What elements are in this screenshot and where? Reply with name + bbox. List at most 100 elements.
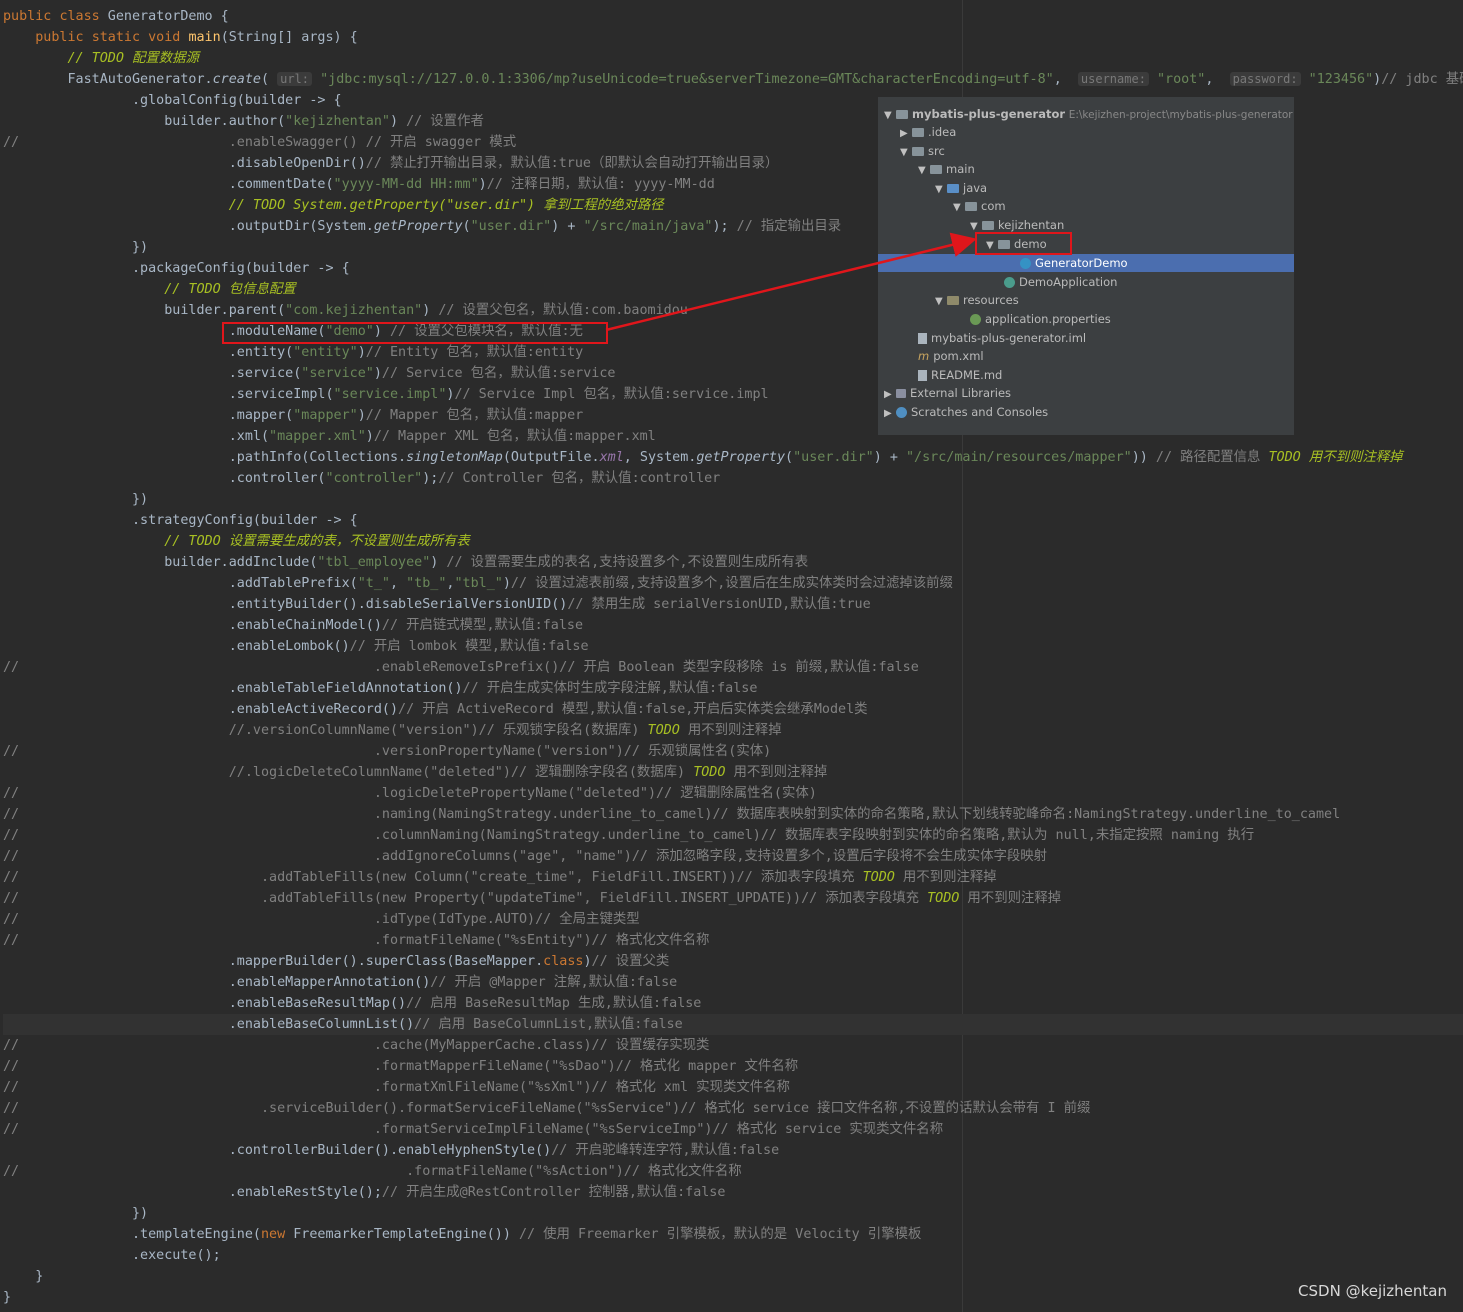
tree-item-resources[interactable]: ▼ resources <box>935 291 1351 309</box>
code-line[interactable]: .entity("entity")// Entity 包名，默认值:entity <box>3 342 583 363</box>
code-line[interactable]: // .idType(IdType.AUTO)// 全局主键类型 <box>3 909 640 930</box>
code-line[interactable]: // .formatServiceImplFileName("%sService… <box>3 1119 943 1140</box>
tree-item-scratches[interactable]: ▶ Scratches and Consoles <box>884 403 1300 421</box>
code-line[interactable]: .controller("controller");// Controller … <box>3 468 721 489</box>
code-line[interactable]: // .columnNaming(NamingStrategy.underlin… <box>3 825 1254 846</box>
code-line[interactable]: }) <box>3 237 148 258</box>
module-name-highlight-box <box>222 322 608 344</box>
tree-item-main[interactable]: ▼ main <box>918 160 1334 178</box>
tree-item-java[interactable]: ▼ java <box>935 179 1351 197</box>
code-line[interactable]: // .logicDeletePropertyName("deleted")//… <box>3 783 817 804</box>
tree-item-pom[interactable]: m pom.xml <box>918 347 1334 365</box>
code-line[interactable]: .commentDate("yyyy-MM-dd HH:mm")// 注释日期，… <box>3 174 715 195</box>
expand-arrow-icon[interactable]: ▼ <box>953 199 965 217</box>
code-line[interactable]: .controllerBuilder().enableHyphenStyle()… <box>3 1140 779 1161</box>
code-line[interactable]: .enableChainModel()// 开启链式模型,默认值:false <box>3 615 583 636</box>
folder-icon <box>912 147 924 156</box>
expand-arrow-icon[interactable]: ▼ <box>884 107 896 125</box>
code-line[interactable]: }) <box>3 489 148 510</box>
code-line[interactable]: // .addTableFills(new Column("create_tim… <box>3 867 997 888</box>
expand-arrow-icon[interactable]: ▼ <box>935 293 947 311</box>
code-line[interactable]: // .formatXmlFileName("%sXml")// 格式化 xml… <box>3 1077 790 1098</box>
code-line[interactable]: // TODO 配置数据源 <box>3 48 198 69</box>
code-line[interactable]: // TODO 包信息配置 <box>3 279 295 300</box>
code-line[interactable]: .enableLombok()// 开启 lombok 模型,默认值:false <box>3 636 589 657</box>
demo-package-highlight-box <box>975 232 1072 255</box>
code-line[interactable]: // .serviceBuilder().formatServiceFileNa… <box>3 1098 1090 1119</box>
code-line[interactable]: // .addIgnoreColumns("age", "name")// 添加… <box>3 846 1047 867</box>
code-line[interactable]: .enableActiveRecord()// 开启 ActiveRecord … <box>3 699 868 720</box>
code-line[interactable]: public static void main(String[] args) { <box>3 27 358 48</box>
code-line[interactable]: .enableBaseResultMap()// 启用 BaseResultMa… <box>3 993 702 1014</box>
tree-item-com[interactable]: ▼ com <box>953 197 1369 215</box>
code-line[interactable]: // .addTableFills(new Property("updateTi… <box>3 888 1061 909</box>
code-line[interactable]: // .naming(NamingStrategy.underline_to_c… <box>3 804 1340 825</box>
code-line[interactable]: FastAutoGenerator.create( url: "jdbc:mys… <box>3 69 1463 90</box>
package-icon <box>982 221 994 230</box>
tree-item-demoapplication[interactable]: DemoApplication <box>1004 273 1420 291</box>
code-line[interactable]: .outputDir(System.getProperty("user.dir"… <box>3 216 841 237</box>
libraries-icon <box>896 389 906 398</box>
code-line[interactable]: // .versionPropertyName("version")// 乐观锁… <box>3 741 771 762</box>
collapse-arrow-icon[interactable]: ▶ <box>900 125 912 143</box>
code-line[interactable]: //.versionColumnName("version")// 乐观锁字段名… <box>3 720 782 741</box>
code-line[interactable]: .packageConfig(builder -> { <box>3 258 350 279</box>
project-tree-panel[interactable]: ▼ mybatis-plus-generator E:\kejizhen-proj… <box>878 97 1294 435</box>
code-line[interactable]: }) <box>3 1203 148 1224</box>
code-line[interactable]: .enableBaseColumnList()// 启用 BaseColumnL… <box>3 1014 1463 1035</box>
collapse-arrow-icon[interactable]: ▶ <box>884 386 896 404</box>
folder-icon <box>930 165 942 174</box>
tree-item-application-properties[interactable]: application.properties <box>970 310 1386 328</box>
expand-arrow-icon[interactable]: ▼ <box>900 144 912 162</box>
code-line[interactable]: .entityBuilder().disableSerialVersionUID… <box>3 594 871 615</box>
code-line[interactable]: .service("service")// Service 包名，默认值:ser… <box>3 363 616 384</box>
maven-icon: m <box>918 349 930 363</box>
code-line[interactable]: // .formatFileName("%sAction")// 格式化文件名称 <box>3 1161 742 1182</box>
code-line[interactable]: // .enableRemoveIsPrefix()// 开启 Boolean … <box>3 657 919 678</box>
collapse-arrow-icon[interactable]: ▶ <box>884 405 896 423</box>
code-line[interactable]: //.logicDeleteColumnName("deleted")// 逻辑… <box>3 762 828 783</box>
module-folder-icon <box>896 110 908 119</box>
expand-arrow-icon[interactable]: ▼ <box>935 181 947 199</box>
code-line[interactable]: .mapper("mapper")// Mapper 包名，默认值:mapper <box>3 405 583 426</box>
code-line[interactable]: } <box>3 1266 43 1287</box>
tree-item-generatordemo[interactable]: GeneratorDemo <box>878 254 1294 272</box>
spring-class-icon <box>1004 277 1015 288</box>
code-line[interactable]: .templateEngine(new FreemarkerTemplateEn… <box>3 1224 921 1245</box>
tree-item-src[interactable]: ▼ src <box>900 142 1316 160</box>
expand-arrow-icon[interactable]: ▼ <box>918 162 930 180</box>
tree-item-iml[interactable]: mybatis-plus-generator.iml <box>918 329 1334 347</box>
code-line[interactable]: // .enableSwagger() // 开启 swagger 模式 <box>3 132 516 153</box>
folder-icon <box>912 128 924 137</box>
watermark: CSDN @kejizhentan <box>1298 1282 1447 1300</box>
code-line[interactable]: // .formatMapperFileName("%sDao")// 格式化 … <box>3 1056 798 1077</box>
code-line[interactable]: } <box>3 1287 11 1308</box>
code-line[interactable]: .execute(); <box>3 1245 221 1266</box>
tree-item-idea[interactable]: ▶ .idea <box>900 123 1316 141</box>
iml-file-icon <box>918 333 927 344</box>
code-line[interactable]: public class GeneratorDemo { <box>3 6 229 27</box>
code-line[interactable]: .enableMapperAnnotation()// 开启 @Mapper 注… <box>3 972 677 993</box>
code-line[interactable]: builder.author("kejizhentan") // 设置作者 <box>3 111 484 132</box>
tree-item-root[interactable]: ▼ mybatis-plus-generator E:\kejizhen-proj… <box>884 105 1300 123</box>
code-line[interactable]: .disableOpenDir()// 禁止打开输出目录，默认值:true（即默… <box>3 153 779 174</box>
code-line[interactable]: .mapperBuilder().superClass(BaseMapper.c… <box>3 951 670 972</box>
tree-item-readme[interactable]: README.md <box>918 366 1334 384</box>
code-line[interactable]: builder.addInclude("tbl_employee") // 设置… <box>3 552 808 573</box>
tree-item-external-libraries[interactable]: ▶ External Libraries <box>884 384 1300 402</box>
code-line[interactable]: .pathInfo(Collections.singletonMap(Outpu… <box>3 447 1403 468</box>
class-icon <box>1020 258 1031 269</box>
code-line[interactable]: .enableTableFieldAnnotation()// 开启生成实体时生… <box>3 678 758 699</box>
code-line[interactable]: .xml("mapper.xml")// Mapper XML 包名，默认值:m… <box>3 426 656 447</box>
code-line[interactable]: .enableRestStyle();// 开启生成@RestControlle… <box>3 1182 726 1203</box>
code-line[interactable]: // TODO 设置需要生成的表，不设置则生成所有表 <box>3 531 470 552</box>
code-line[interactable]: .strategyConfig(builder -> { <box>3 510 358 531</box>
resources-folder-icon <box>947 296 959 305</box>
code-line[interactable]: // TODO System.getProperty("user.dir") 拿… <box>3 195 664 216</box>
code-line[interactable]: // .formatFileName("%sEntity")// 格式化文件名称 <box>3 930 709 951</box>
code-line[interactable]: .addTablePrefix("t_", "tb_","tbl_")// 设置… <box>3 573 953 594</box>
code-line[interactable]: // .cache(MyMapperCache.class)// 设置缓存实现类 <box>3 1035 709 1056</box>
code-line[interactable]: .serviceImpl("service.impl")// Service I… <box>3 384 769 405</box>
code-line[interactable]: .globalConfig(builder -> { <box>3 90 342 111</box>
code-line[interactable]: builder.parent("com.kejizhentan") // 设置父… <box>3 300 688 321</box>
